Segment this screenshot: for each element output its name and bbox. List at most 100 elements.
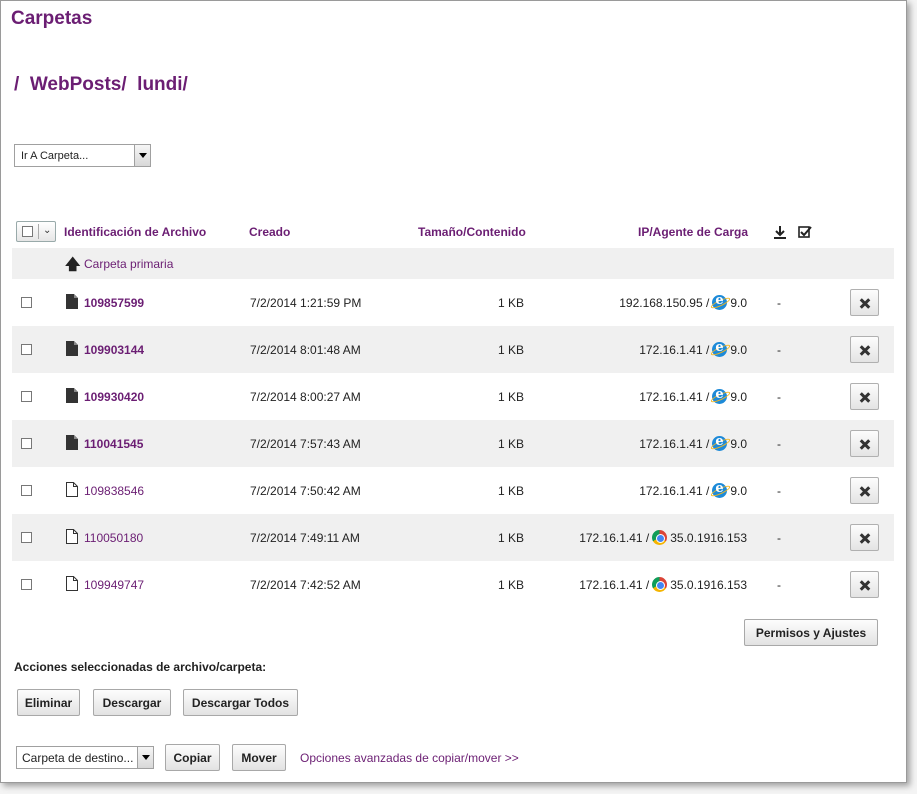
internet-explorer-icon [712,387,728,404]
download-button[interactable]: Descargar [93,689,171,716]
checked-box-icon [798,225,813,242]
delete-row-button[interactable] [850,383,879,410]
row-checkbox[interactable] [21,579,32,590]
table-row[interactable]: 109930420 7/2/2014 8:00:27 AM 1 KB 172.16.1… [12,373,894,420]
table-row[interactable]: 109857599 7/2/2014 1:21:59 PM 1 KB 192.168.… [12,279,894,326]
created-date: 7/2/2014 7:49:11 AM [250,531,360,545]
file-size: 1 KB [497,531,524,545]
chevron-down-icon[interactable]: ⌄ [43,225,51,236]
delete-row-button[interactable] [850,430,879,457]
header-file-id[interactable]: Identificación de Archivo [64,225,206,239]
select-all-checkbox[interactable]: ⌄ [16,221,56,242]
header-size[interactable]: Tamaño/Contenido [418,225,526,239]
file-id-link[interactable]: 109857599 [84,296,144,310]
advanced-copy-move-link[interactable]: Opciones avanzadas de copiar/mover >> [300,751,519,765]
move-button[interactable]: Mover [232,744,286,771]
table-row[interactable]: 109949747 7/2/2014 7:42:52 AM 1 KB 172.16.1… [12,561,894,608]
download-status: - [777,437,781,451]
ip-address: 172.16.1.41 / [639,436,710,451]
download-status: - [777,296,781,310]
actions-title: Acciones seleccionadas de archivo/carpet… [14,660,267,674]
download-status: - [777,578,781,592]
file-icon [66,341,78,356]
chevron-down-icon[interactable] [137,747,153,768]
delete-row-button[interactable] [850,524,879,551]
file-id-link[interactable]: 109903144 [84,343,144,357]
row-checkbox[interactable] [21,485,32,496]
file-size: 1 KB [497,296,524,310]
file-size: 1 KB [497,343,524,357]
delete-button[interactable]: Eliminar [17,689,80,716]
delete-row-button[interactable] [850,571,879,598]
delete-row-button[interactable] [850,289,879,316]
browser-version: 35.0.1916.153 [670,577,747,592]
ip-address: 172.16.1.41 / [639,483,710,498]
internet-explorer-icon [712,434,728,451]
download-all-button[interactable]: Descargar Todos [183,689,298,716]
ip-agent-cell: 172.16.1.41 / 9.0 [639,340,747,357]
header-ip-agent[interactable]: IP/Agente de Carga [638,225,748,239]
table-row[interactable]: 109903144 7/2/2014 8:01:48 AM 1 KB 172.16.1… [12,326,894,373]
row-checkbox[interactable] [21,391,32,402]
file-icon [66,482,78,497]
internet-explorer-icon [712,340,728,357]
destination-folder-select[interactable]: Carpeta de destino... [16,746,154,769]
chrome-icon [652,530,668,545]
ip-agent-cell: 172.16.1.41 / 9.0 [639,481,747,498]
goto-folder-select[interactable]: Ir A Carpeta... [14,144,151,167]
copy-button[interactable]: Copiar [165,744,220,771]
file-icon [66,576,78,591]
file-size: 1 KB [497,437,524,451]
file-id-link[interactable]: 109930420 [84,390,144,404]
ip-address: 172.16.1.41 / [579,530,650,545]
browser-version: 9.0 [730,389,747,404]
parent-folder-link[interactable]: Carpeta primaria [84,257,173,271]
header-created[interactable]: Creado [249,225,290,239]
created-date: 7/2/2014 7:42:52 AM [250,578,361,592]
row-checkbox[interactable] [21,297,32,308]
folders-panel: Carpetas / WebPosts/ lundi/ Ir A Carpeta… [0,0,907,783]
internet-explorer-icon [712,293,728,310]
goto-folder-value: Ir A Carpeta... [21,150,89,162]
file-size: 1 KB [497,578,524,592]
browser-version: 9.0 [730,342,747,357]
created-date: 7/2/2014 7:50:42 AM [250,484,361,498]
download-status: - [777,390,781,404]
ip-address: 172.16.1.41 / [639,342,710,357]
file-id-link[interactable]: 109838546 [84,484,144,498]
browser-version: 35.0.1916.153 [670,530,747,545]
ip-agent-cell: 172.16.1.41 / 9.0 [639,387,747,404]
file-icon [66,388,78,403]
row-checkbox[interactable] [21,344,32,355]
delete-row-button[interactable] [850,336,879,363]
browser-version: 9.0 [730,436,747,451]
row-checkbox[interactable] [21,438,32,449]
ip-address: 172.16.1.41 / [579,577,650,592]
arrow-up-icon: 🡅 [65,256,81,273]
ip-address: 192.168.150.95 / [619,295,710,310]
row-checkbox[interactable] [21,532,32,543]
download-status: - [777,531,781,545]
breadcrumb[interactable]: / WebPosts/ lundi/ [14,74,188,96]
created-date: 7/2/2014 7:57:43 AM [250,437,361,451]
table-row[interactable]: 110041545 7/2/2014 7:57:43 AM 1 KB 172.16.1… [12,420,894,467]
table-row[interactable]: 109838546 7/2/2014 7:50:42 AM 1 KB 172.16.1… [12,467,894,514]
file-size: 1 KB [497,390,524,404]
internet-explorer-icon [712,481,728,498]
ip-agent-cell: 172.16.1.41 / 35.0.1916.153 [579,577,747,592]
ip-agent-cell: 192.168.150.95 / 9.0 [619,293,747,310]
destination-folder-value: Carpeta de destino... [22,751,134,765]
page-title: Carpetas [11,8,93,29]
parent-folder-row[interactable]: 🡅 Carpeta primaria [12,248,894,279]
browser-version: 9.0 [730,295,747,310]
file-id-link[interactable]: 110041545 [84,437,143,451]
file-id-link[interactable]: 109949747 [84,578,144,592]
table-row[interactable]: 110050180 7/2/2014 7:49:11 AM 1 KB 172.16.1… [12,514,894,561]
checkbox-icon[interactable] [22,226,33,237]
delete-row-button[interactable] [850,477,879,504]
file-id-link[interactable]: 110050180 [84,531,143,545]
permissions-button[interactable]: Permisos y Ajustes [744,619,878,646]
chevron-down-icon[interactable] [134,145,150,166]
file-icon [66,529,78,544]
ip-address: 172.16.1.41 / [639,389,710,404]
